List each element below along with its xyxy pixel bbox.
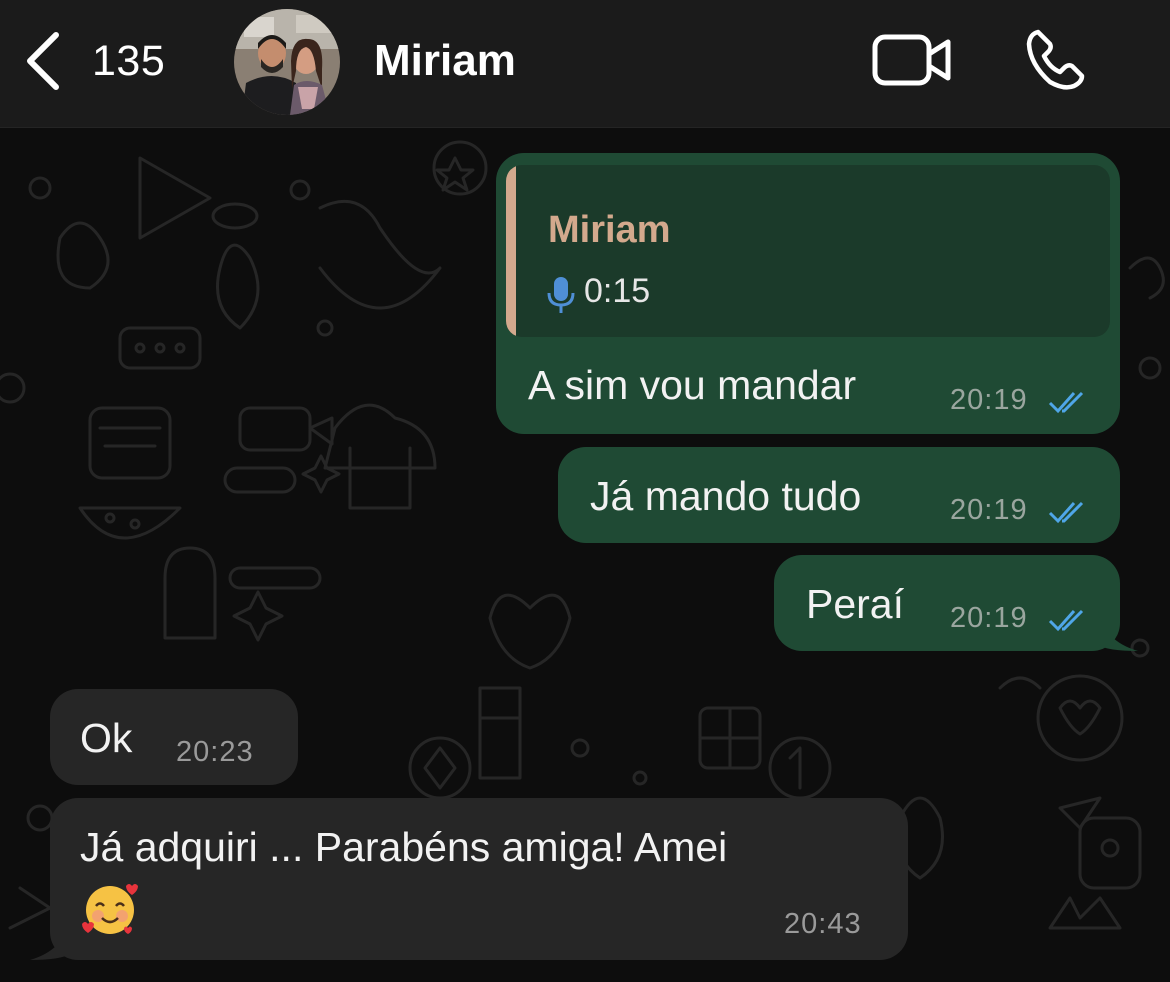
message-bubble-outgoing[interactable]: Miriam 0:15 A sim vou mandar 20:19 bbox=[496, 153, 1120, 434]
double-check-icon bbox=[1048, 609, 1084, 632]
message-bubble-incoming[interactable]: Já adquiri ... Parabéns amiga! Amei 20:4… bbox=[50, 798, 908, 960]
quote-duration: 0:15 bbox=[584, 272, 651, 310]
video-camera-icon bbox=[872, 34, 951, 86]
message-bubble-incoming[interactable]: Ok 20:23 bbox=[50, 689, 298, 785]
video-call-button[interactable] bbox=[872, 32, 952, 93]
bubble-tail bbox=[1098, 611, 1138, 651]
unread-count: 135 bbox=[92, 36, 166, 85]
message-time: 20:19 bbox=[950, 384, 1028, 416]
message-text: A sim vou mandar bbox=[528, 362, 857, 408]
message-text: Já adquiri ... Parabéns amiga! Amei bbox=[80, 824, 728, 870]
message-text: Peraí bbox=[806, 581, 904, 627]
chevron-left-icon bbox=[27, 32, 59, 90]
message-time: 20:43 bbox=[784, 908, 862, 940]
message-time: 20:19 bbox=[950, 602, 1028, 634]
message-text: Ok bbox=[80, 715, 133, 761]
phone-icon bbox=[1026, 29, 1085, 90]
back-button[interactable]: 135 bbox=[22, 26, 165, 96]
message-text: Já mando tudo bbox=[590, 473, 862, 519]
avatar-photo bbox=[234, 9, 340, 115]
contact-name[interactable]: Miriam bbox=[374, 36, 516, 86]
message-bubble-outgoing[interactable]: Já mando tudo 20:19 bbox=[558, 447, 1120, 543]
double-check-icon bbox=[1048, 501, 1084, 524]
avatar[interactable] bbox=[234, 9, 340, 115]
smiling-face-with-hearts-icon bbox=[80, 880, 140, 945]
message-bubble-outgoing[interactable]: Peraí 20:19 bbox=[774, 555, 1120, 651]
microphone-icon bbox=[547, 277, 575, 313]
chat-header: 135 Miriam bbox=[0, 0, 1170, 128]
bubble-tail bbox=[30, 920, 70, 960]
voice-call-button[interactable] bbox=[1024, 28, 1088, 97]
message-time: 20:23 bbox=[176, 736, 254, 768]
double-check-icon bbox=[1048, 391, 1084, 414]
message-time: 20:19 bbox=[950, 494, 1028, 526]
quote-author: Miriam bbox=[548, 209, 671, 251]
quoted-voice-message[interactable]: Miriam 0:15 bbox=[506, 165, 1110, 337]
chat-screen: 135 Miriam Miriam 0:15 A sim vou mandar … bbox=[0, 0, 1170, 982]
quote-accent-bar bbox=[506, 165, 516, 337]
chat-area[interactable]: Miriam 0:15 A sim vou mandar 20:19 Já ma… bbox=[0, 128, 1170, 982]
